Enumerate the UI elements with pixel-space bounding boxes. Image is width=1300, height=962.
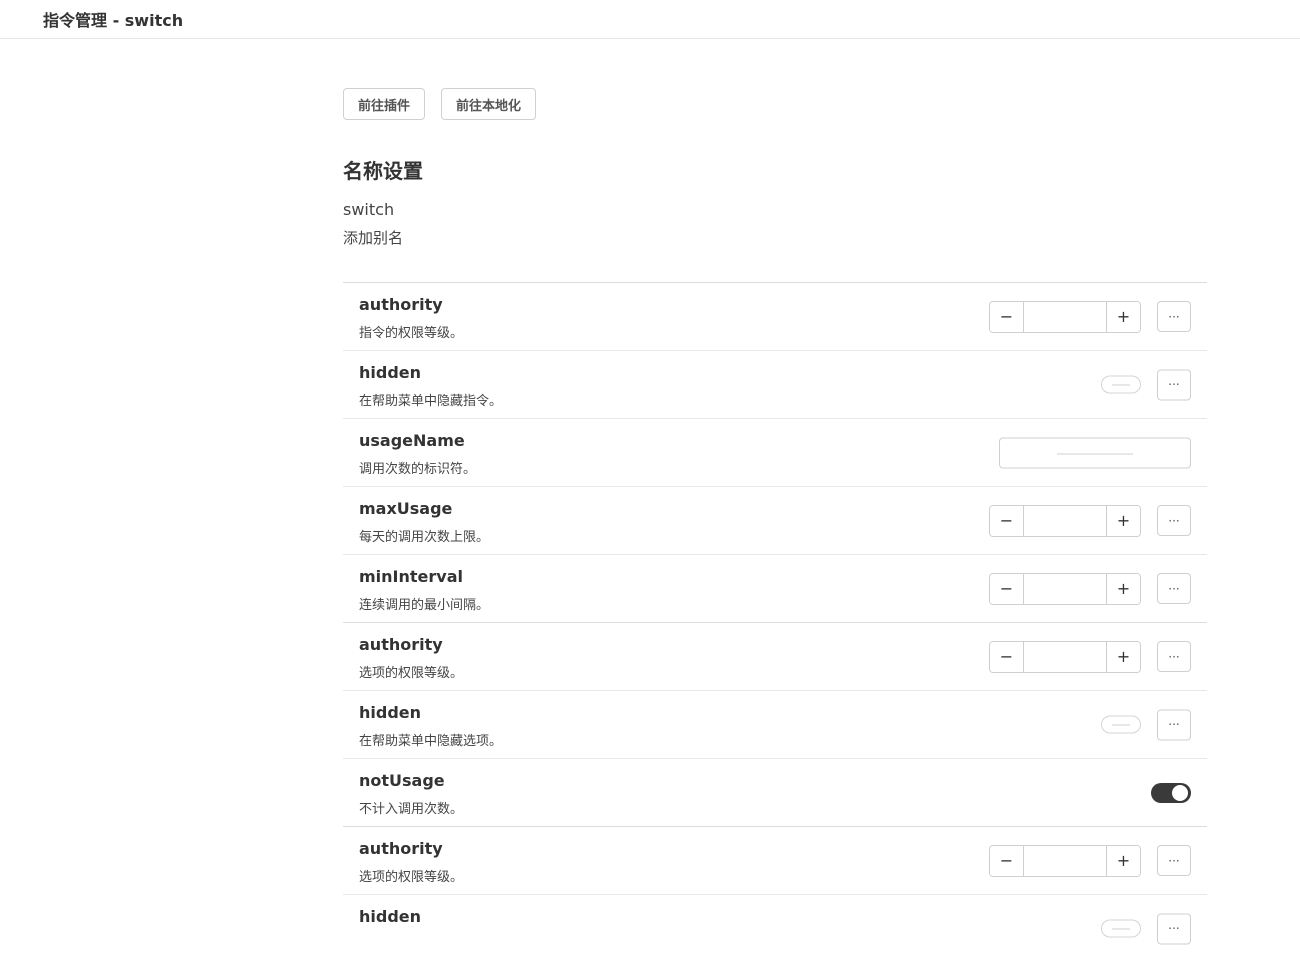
setting-name: authority bbox=[359, 635, 443, 654]
setting-name: hidden bbox=[359, 363, 422, 382]
setting-controls: − + ··· bbox=[989, 300, 1191, 333]
setting-row-mininterval: minInterval 连续调用的最小间隔。 − + ··· bbox=[343, 555, 1207, 622]
setting-row-authority: authority 选项的权限等级。 − + ··· bbox=[343, 827, 1207, 895]
toggle-switch[interactable] bbox=[1101, 715, 1141, 734]
setting-name: usageName bbox=[359, 431, 465, 450]
setting-row-authority: authority 选项的权限等级。 − + ··· bbox=[343, 623, 1207, 691]
number-stepper: − + bbox=[989, 504, 1141, 537]
setting-row-hidden: hidden ··· bbox=[343, 895, 1207, 962]
decrement-button[interactable]: − bbox=[990, 573, 1023, 604]
go-to-locale-button[interactable]: 前往本地化 bbox=[441, 88, 537, 120]
more-options-button[interactable]: ··· bbox=[1157, 709, 1191, 740]
setting-controls bbox=[1151, 782, 1191, 803]
increment-button[interactable]: + bbox=[1107, 573, 1140, 604]
setting-description: 调用次数的标识符。 bbox=[359, 462, 477, 477]
more-options-button[interactable]: ··· bbox=[1157, 913, 1191, 944]
setting-description: 指令的权限等级。 bbox=[359, 326, 464, 341]
number-input[interactable] bbox=[1023, 641, 1107, 672]
number-stepper: − + bbox=[989, 300, 1141, 333]
setting-row-maxusage: maxUsage 每天的调用次数上限。 − + ··· bbox=[343, 487, 1207, 555]
more-options-button[interactable]: ··· bbox=[1157, 573, 1191, 604]
decrement-button[interactable]: − bbox=[990, 505, 1023, 536]
setting-controls: ··· bbox=[1101, 369, 1191, 400]
nav-buttons: 前往插件 前往本地化 bbox=[343, 88, 537, 120]
toggle-switch[interactable] bbox=[1101, 919, 1141, 938]
setting-row-hidden: hidden 在帮助菜单中隐藏选项。 ··· bbox=[343, 691, 1207, 759]
settings-group: authority 指令的权限等级。 − + ··· hidden 在帮助菜单中隐藏指令。 ·… bbox=[343, 282, 1207, 622]
setting-controls bbox=[999, 437, 1191, 468]
setting-row-usagename: usageName 调用次数的标识符。 bbox=[343, 419, 1207, 487]
decrement-button[interactable]: − bbox=[990, 301, 1023, 332]
setting-row-hidden: hidden 在帮助菜单中隐藏指令。 ··· bbox=[343, 351, 1207, 419]
setting-row-authority: authority 指令的权限等级。 − + ··· bbox=[343, 283, 1207, 351]
setting-description: 不计入调用次数。 bbox=[359, 802, 464, 817]
more-options-button[interactable]: ··· bbox=[1157, 505, 1191, 536]
number-stepper: − + bbox=[989, 640, 1141, 673]
setting-name: hidden bbox=[359, 703, 422, 722]
setting-description: 选项的权限等级。 bbox=[359, 666, 464, 681]
increment-button[interactable]: + bbox=[1107, 845, 1140, 876]
more-options-button[interactable]: ··· bbox=[1157, 641, 1191, 672]
page-title: 指令管理 - switch bbox=[43, 11, 184, 30]
number-input[interactable] bbox=[1023, 301, 1107, 332]
setting-description: 在帮助菜单中隐藏选项。 bbox=[359, 734, 503, 749]
number-input[interactable] bbox=[1023, 573, 1107, 604]
setting-controls: − + ··· bbox=[989, 844, 1191, 877]
page-header: 指令管理 - switch bbox=[0, 0, 1300, 39]
settings-group: authority 选项的权限等级。 − + ··· hidden ··· bbox=[343, 826, 1207, 962]
command-name[interactable]: switch bbox=[343, 200, 394, 219]
settings-group: authority 选项的权限等级。 − + ··· hidden 在帮助菜单中隐藏选项。 ·… bbox=[343, 622, 1207, 826]
add-alias-link[interactable]: 添加别名 bbox=[343, 227, 403, 248]
setting-description: 每天的调用次数上限。 bbox=[359, 530, 490, 545]
go-to-plugin-button[interactable]: 前往插件 bbox=[343, 88, 426, 120]
text-input[interactable] bbox=[999, 437, 1191, 468]
setting-description: 选项的权限等级。 bbox=[359, 870, 464, 885]
number-input[interactable] bbox=[1023, 505, 1107, 536]
decrement-button[interactable]: − bbox=[990, 641, 1023, 672]
setting-name: notUsage bbox=[359, 771, 445, 790]
setting-controls: − + ··· bbox=[989, 572, 1191, 605]
setting-controls: ··· bbox=[1101, 709, 1191, 740]
number-stepper: − + bbox=[989, 844, 1141, 877]
increment-button[interactable]: + bbox=[1107, 505, 1140, 536]
setting-controls: − + ··· bbox=[989, 504, 1191, 537]
setting-description: 在帮助菜单中隐藏指令。 bbox=[359, 394, 503, 409]
setting-name: maxUsage bbox=[359, 499, 453, 518]
number-input[interactable] bbox=[1023, 845, 1107, 876]
setting-controls: ··· bbox=[1101, 913, 1191, 944]
increment-button[interactable]: + bbox=[1107, 641, 1140, 672]
settings-list: authority 指令的权限等级。 − + ··· hidden 在帮助菜单中隐藏指令。 ·… bbox=[343, 282, 1207, 962]
setting-row-notusage: notUsage 不计入调用次数。 bbox=[343, 759, 1207, 826]
name-settings-title: 名称设置 bbox=[343, 159, 423, 183]
setting-name: authority bbox=[359, 839, 443, 858]
setting-description: 连续调用的最小间隔。 bbox=[359, 598, 490, 613]
more-options-button[interactable]: ··· bbox=[1157, 845, 1191, 876]
more-options-button[interactable]: ··· bbox=[1157, 301, 1191, 332]
more-options-button[interactable]: ··· bbox=[1157, 369, 1191, 400]
setting-name: hidden bbox=[359, 907, 422, 926]
toggle-switch[interactable] bbox=[1151, 782, 1191, 803]
setting-name: authority bbox=[359, 295, 443, 314]
increment-button[interactable]: + bbox=[1107, 301, 1140, 332]
setting-controls: − + ··· bbox=[989, 640, 1191, 673]
toggle-switch[interactable] bbox=[1101, 375, 1141, 394]
decrement-button[interactable]: − bbox=[990, 845, 1023, 876]
number-stepper: − + bbox=[989, 572, 1141, 605]
setting-name: minInterval bbox=[359, 567, 463, 586]
